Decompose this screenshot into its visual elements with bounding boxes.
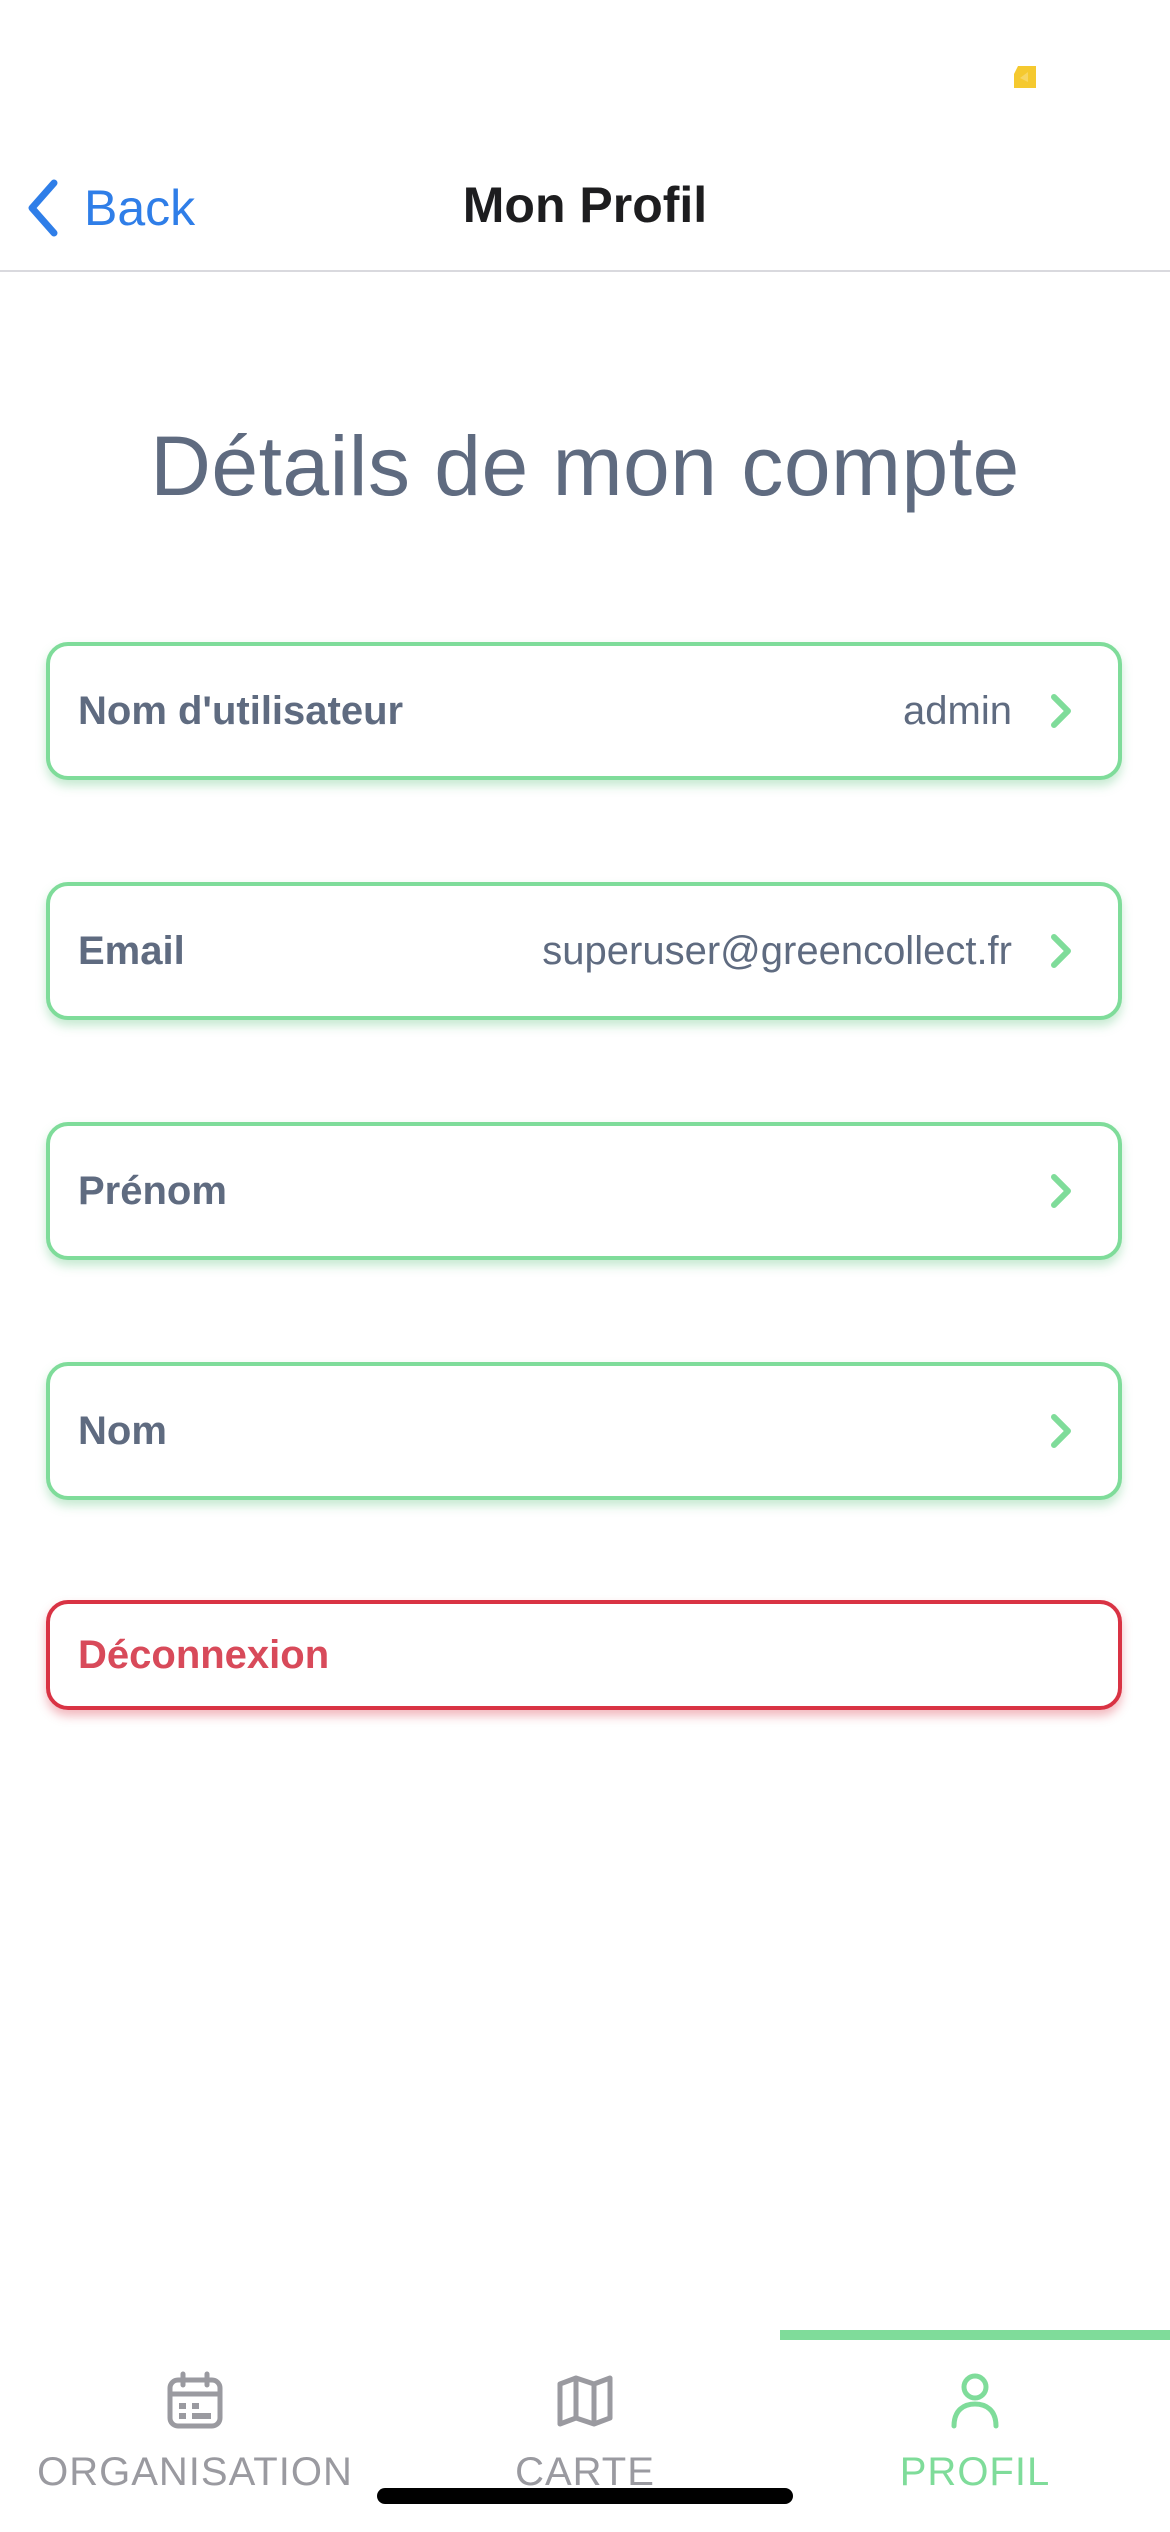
home-indicator[interactable] [377, 2488, 793, 2504]
logout-button[interactable]: Déconnexion [46, 1600, 1122, 1710]
email-value: superuser@greencollect.fr [542, 928, 1012, 973]
calendar-icon [167, 2371, 223, 2429]
chevron-right-icon [1051, 1414, 1071, 1448]
status-indicator-icon [1014, 66, 1036, 88]
page-title: Mon Profil [462, 177, 708, 233]
email-label: Email [78, 928, 185, 973]
first-name-row[interactable]: Prénom [46, 1122, 1122, 1260]
chevron-right-icon [1051, 934, 1071, 968]
last-name-label: Nom [78, 1408, 167, 1453]
section-heading: Détails de mon compte [150, 419, 1020, 513]
tab-organisation-label: ORGANISATION [37, 2450, 353, 2494]
chevron-right-icon [1051, 1174, 1071, 1208]
tab-profil-label: PROFIL [899, 2450, 1051, 2494]
tab-carte[interactable]: CARTE [390, 2352, 780, 2502]
last-name-row[interactable]: Nom [46, 1362, 1122, 1500]
username-label: Nom d'utilisateur [78, 688, 404, 733]
tab-profil[interactable]: PROFIL [780, 2352, 1170, 2502]
username-value: admin [903, 688, 1012, 733]
logout-label: Déconnexion [78, 1632, 330, 1677]
chevron-right-icon [1051, 694, 1071, 728]
username-row[interactable]: Nom d'utilisateur admin [46, 642, 1122, 780]
email-row[interactable]: Email superuser@greencollect.fr [46, 882, 1122, 1020]
status-bar [0, 0, 1170, 150]
tab-organisation[interactable]: ORGANISATION [0, 2352, 390, 2502]
navigation-bar: Back Mon Profil [0, 150, 1170, 272]
map-icon [557, 2375, 613, 2427]
first-name-label: Prénom [78, 1168, 227, 1213]
user-icon [951, 2373, 999, 2429]
active-tab-indicator [780, 2330, 1170, 2340]
